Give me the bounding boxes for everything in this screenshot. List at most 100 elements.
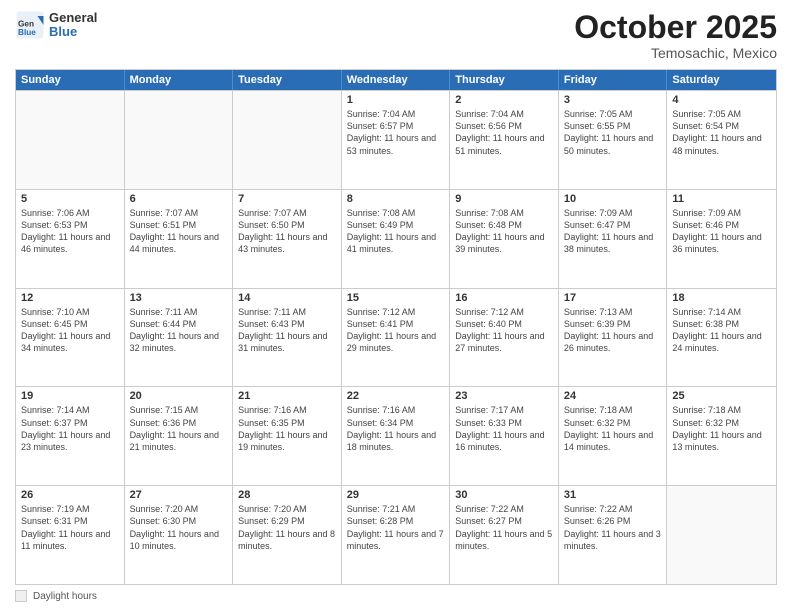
cal-cell: 17 Sunrise: 7:13 AM Sunset: 6:39 PM Dayli… — [559, 289, 668, 387]
cal-header-cell-thursday: Thursday — [450, 70, 559, 90]
day-info: Sunrise: 7:14 AM Sunset: 6:38 PM Dayligh… — [672, 306, 771, 355]
day-number: 2 — [455, 94, 553, 106]
day-number: 19 — [21, 390, 119, 402]
cal-cell: 4 Sunrise: 7:05 AM Sunset: 6:54 PM Daylig… — [667, 91, 776, 189]
cal-cell: 10 Sunrise: 7:09 AM Sunset: 6:47 PM Dayli… — [559, 190, 668, 288]
day-number: 14 — [238, 292, 336, 304]
calendar-header-row: SundayMondayTuesdayWednesdayThursdayFrid… — [16, 70, 776, 90]
day-number: 17 — [564, 292, 662, 304]
day-number: 5 — [21, 193, 119, 205]
day-number: 20 — [130, 390, 228, 402]
day-info: Sunrise: 7:17 AM Sunset: 6:33 PM Dayligh… — [455, 404, 553, 453]
day-info: Sunrise: 7:08 AM Sunset: 6:49 PM Dayligh… — [347, 207, 445, 256]
cal-cell: 22Sunrise: 7:16 AM Sunset: 6:34 PM Dayli… — [342, 387, 451, 485]
svg-text:Blue: Blue — [18, 28, 36, 37]
calendar: SundayMondayTuesdayWednesdayThursdayFrid… — [15, 69, 777, 585]
day-number: 15 — [347, 292, 445, 304]
day-info: Sunrise: 7:06 AM Sunset: 6:53 PM Dayligh… — [21, 207, 119, 256]
day-number: 31 — [564, 489, 662, 501]
day-info: Sunrise: 7:09 AM Sunset: 6:46 PM Dayligh… — [672, 207, 771, 256]
day-info: Sunrise: 7:04 AM Sunset: 6:57 PM Dayligh… — [347, 108, 445, 157]
day-number: 11 — [672, 193, 771, 205]
cal-cell: 15 Sunrise: 7:12 AM Sunset: 6:41 PM Dayli… — [342, 289, 451, 387]
day-info: Sunrise: 7:11 AM Sunset: 6:44 PM Dayligh… — [130, 306, 228, 355]
day-info: Sunrise: 7:04 AM Sunset: 6:56 PM Dayligh… — [455, 108, 553, 157]
day-number: 7 — [238, 193, 336, 205]
cal-cell: 5 Sunrise: 7:06 AM Sunset: 6:53 PM Daylig… — [16, 190, 125, 288]
cal-week-4: 26 Sunrise: 7:19 AM Sunset: 6:31 PM Dayli… — [16, 485, 776, 584]
day-info: Sunrise: 7:05 AM Sunset: 6:55 PM Dayligh… — [564, 108, 662, 157]
cal-week-2: 12 Sunrise: 7:10 AM Sunset: 6:45 PM Dayli… — [16, 288, 776, 387]
title-block: October 2025 Temosachic, Mexico — [574, 10, 777, 61]
day-number: 6 — [130, 193, 228, 205]
day-info: Sunrise: 7:19 AM Sunset: 6:31 PM Dayligh… — [21, 503, 119, 552]
day-number: 8 — [347, 193, 445, 205]
day-number: 25 — [672, 390, 771, 402]
cal-cell — [125, 91, 234, 189]
cal-cell: 19Sunrise: 7:14 AM Sunset: 6:37 PM Dayli… — [16, 387, 125, 485]
month-title: October 2025 — [574, 10, 777, 45]
cal-header-cell-wednesday: Wednesday — [342, 70, 451, 90]
cal-cell: 1Sunrise: 7:04 AM Sunset: 6:57 PM Daylig… — [342, 91, 451, 189]
cal-cell — [667, 486, 776, 584]
day-number: 30 — [455, 489, 553, 501]
cal-cell: 29Sunrise: 7:21 AM Sunset: 6:28 PM Dayli… — [342, 486, 451, 584]
cal-cell: 20 Sunrise: 7:15 AM Sunset: 6:36 PM Dayli… — [125, 387, 234, 485]
day-number: 16 — [455, 292, 553, 304]
day-info: Sunrise: 7:07 AM Sunset: 6:51 PM Dayligh… — [130, 207, 228, 256]
day-number: 9 — [455, 193, 553, 205]
day-number: 10 — [564, 193, 662, 205]
legend-label: Daylight hours — [33, 591, 97, 602]
legend-box — [15, 590, 27, 602]
day-info: Sunrise: 7:11 AM Sunset: 6:43 PM Dayligh… — [238, 306, 336, 355]
cal-week-0: 1Sunrise: 7:04 AM Sunset: 6:57 PM Daylig… — [16, 90, 776, 189]
day-info: Sunrise: 7:08 AM Sunset: 6:48 PM Dayligh… — [455, 207, 553, 256]
day-number: 22 — [347, 390, 445, 402]
cal-header-cell-tuesday: Tuesday — [233, 70, 342, 90]
cal-cell: 25 Sunrise: 7:18 AM Sunset: 6:32 PM Dayli… — [667, 387, 776, 485]
logo-general: General — [49, 11, 97, 25]
cal-cell: 24Sunrise: 7:18 AM Sunset: 6:32 PM Dayli… — [559, 387, 668, 485]
cal-cell: 11 Sunrise: 7:09 AM Sunset: 6:46 PM Dayli… — [667, 190, 776, 288]
cal-cell: 27Sunrise: 7:20 AM Sunset: 6:30 PM Dayli… — [125, 486, 234, 584]
day-info: Sunrise: 7:12 AM Sunset: 6:41 PM Dayligh… — [347, 306, 445, 355]
day-number: 4 — [672, 94, 771, 106]
day-number: 12 — [21, 292, 119, 304]
cal-cell: 8 Sunrise: 7:08 AM Sunset: 6:49 PM Daylig… — [342, 190, 451, 288]
day-number: 13 — [130, 292, 228, 304]
day-number: 26 — [21, 489, 119, 501]
day-info: Sunrise: 7:20 AM Sunset: 6:30 PM Dayligh… — [130, 503, 228, 552]
cal-cell: 23Sunrise: 7:17 AM Sunset: 6:33 PM Dayli… — [450, 387, 559, 485]
cal-week-3: 19Sunrise: 7:14 AM Sunset: 6:37 PM Dayli… — [16, 386, 776, 485]
cal-cell: 9 Sunrise: 7:08 AM Sunset: 6:48 PM Daylig… — [450, 190, 559, 288]
day-info: Sunrise: 7:05 AM Sunset: 6:54 PM Dayligh… — [672, 108, 771, 157]
cal-cell: 31 Sunrise: 7:22 AM Sunset: 6:26 PM Dayli… — [559, 486, 668, 584]
day-number: 3 — [564, 94, 662, 106]
day-number: 29 — [347, 489, 445, 501]
cal-cell: 18 Sunrise: 7:14 AM Sunset: 6:38 PM Dayli… — [667, 289, 776, 387]
day-info: Sunrise: 7:12 AM Sunset: 6:40 PM Dayligh… — [455, 306, 553, 355]
header: Gen Blue General Blue October 2025 Temos… — [15, 10, 777, 61]
cal-week-1: 5 Sunrise: 7:06 AM Sunset: 6:53 PM Daylig… — [16, 189, 776, 288]
day-info: Sunrise: 7:13 AM Sunset: 6:39 PM Dayligh… — [564, 306, 662, 355]
cal-cell: 28Sunrise: 7:20 AM Sunset: 6:29 PM Dayli… — [233, 486, 342, 584]
day-info: Sunrise: 7:10 AM Sunset: 6:45 PM Dayligh… — [21, 306, 119, 355]
page: Gen Blue General Blue October 2025 Temos… — [0, 0, 792, 612]
logo: Gen Blue General Blue — [15, 10, 97, 40]
calendar-body: 1Sunrise: 7:04 AM Sunset: 6:57 PM Daylig… — [16, 90, 776, 584]
cal-cell: 6 Sunrise: 7:07 AM Sunset: 6:51 PM Daylig… — [125, 190, 234, 288]
day-info: Sunrise: 7:20 AM Sunset: 6:29 PM Dayligh… — [238, 503, 336, 552]
cal-cell: 14 Sunrise: 7:11 AM Sunset: 6:43 PM Dayli… — [233, 289, 342, 387]
cal-cell — [16, 91, 125, 189]
day-info: Sunrise: 7:09 AM Sunset: 6:47 PM Dayligh… — [564, 207, 662, 256]
cal-header-cell-sunday: Sunday — [16, 70, 125, 90]
cal-cell: 3 Sunrise: 7:05 AM Sunset: 6:55 PM Daylig… — [559, 91, 668, 189]
day-info: Sunrise: 7:22 AM Sunset: 6:26 PM Dayligh… — [564, 503, 662, 552]
location-subtitle: Temosachic, Mexico — [574, 45, 777, 61]
day-number: 18 — [672, 292, 771, 304]
logo-icon: Gen Blue — [15, 10, 45, 40]
cal-cell: 13 Sunrise: 7:11 AM Sunset: 6:44 PM Dayli… — [125, 289, 234, 387]
day-number: 21 — [238, 390, 336, 402]
day-info: Sunrise: 7:15 AM Sunset: 6:36 PM Dayligh… — [130, 404, 228, 453]
day-info: Sunrise: 7:18 AM Sunset: 6:32 PM Dayligh… — [672, 404, 771, 453]
